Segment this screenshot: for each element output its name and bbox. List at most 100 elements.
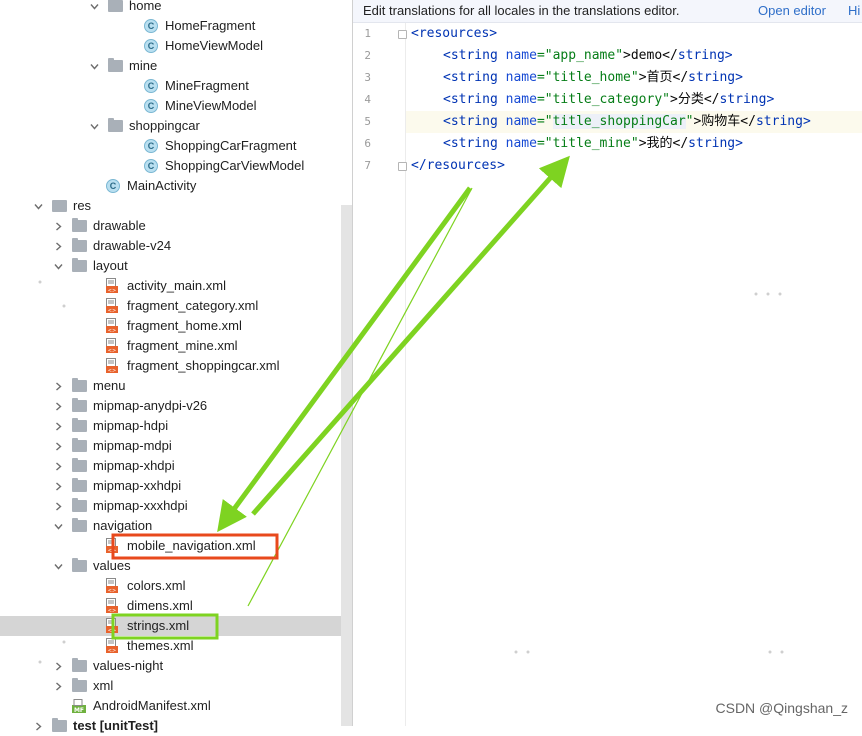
code-editor[interactable]: <resources> <string name="app_name">demo<… [406,23,862,726]
chevron-down-icon[interactable] [54,522,63,531]
chevron-down-icon[interactable] [90,2,99,11]
code-token: ="title_mine" [536,136,639,151]
tree-row[interactable]: <> themes.xml [0,636,341,656]
tree-row[interactable]: navigation [0,516,341,536]
folder-icon [72,478,87,492]
kotlin-class-icon: C [144,79,158,93]
project-tree-scrollbar[interactable] [341,205,352,726]
tree-row[interactable]: <> strings.xml [0,616,352,636]
tree-row-label: MineFragment [165,78,249,93]
folder-icon [52,718,67,732]
chevron-right-icon[interactable] [54,682,63,691]
tree-row-label: MainActivity [127,178,197,193]
code-token: > [497,158,505,173]
tree-row[interactable]: <> fragment_shoppingcar.xml [0,356,341,376]
chevron-right-icon[interactable] [54,502,63,511]
tree-row[interactable]: res [0,196,341,216]
tree-row[interactable]: layout [0,256,341,276]
code-token: < [411,26,419,41]
folder-icon [72,378,87,392]
line-number: 1 [364,27,371,40]
folder-icon [72,398,87,412]
chevron-down-icon[interactable] [90,122,99,131]
svg-text:MF: MF [74,707,84,713]
tree-row[interactable]: C ShoppingCarFragment [0,136,341,156]
svg-text:<>: <> [108,608,116,613]
tree-row[interactable]: C HomeFragment [0,16,341,36]
tree-row-label: activity_main.xml [127,278,226,293]
project-tree-panel: home C HomeFragment C HomeViewModel mine C Mine… [0,0,352,733]
hide-banner-link[interactable]: Hi [848,0,860,22]
tree-row[interactable]: <> fragment_mine.xml [0,336,341,356]
tree-row[interactable]: menu [0,376,341,396]
tree-row-label: xml [93,678,114,693]
chevron-right-icon[interactable] [34,722,43,731]
folder-icon [108,0,123,12]
tree-row[interactable]: drawable-v24 [0,236,341,256]
chevron-right-icon[interactable] [54,242,63,251]
tree-row[interactable]: <> mobile_navigation.xml [0,536,341,556]
tree-row[interactable]: mipmap-xhdpi [0,456,341,476]
tree-row[interactable]: C MineFragment [0,76,341,96]
tree-row[interactable]: mipmap-hdpi [0,416,341,436]
code-line[interactable]: </resources> [411,155,505,177]
tree-row-label: drawable [93,218,146,233]
tree-row-label: MineViewModel [165,98,257,113]
tree-row[interactable]: MF AndroidManifest.xml [0,696,341,716]
tree-row[interactable]: values [0,556,341,576]
tree-row-label: res [73,198,92,213]
code-token: string [677,48,725,63]
svg-text:<>: <> [108,368,116,373]
code-token: name [505,92,537,107]
code-token: >分类</ [670,92,720,107]
code-line[interactable]: <resources> [411,23,497,45]
tree-row[interactable]: <> colors.xml [0,576,341,596]
kotlin-class-icon: C [144,99,158,113]
tree-row[interactable]: C MineViewModel [0,96,341,116]
tree-row[interactable]: shoppingcar [0,116,341,136]
chevron-right-icon[interactable] [54,442,63,451]
tree-row[interactable]: <> fragment_home.xml [0,316,341,336]
tree-row[interactable]: <> dimens.xml [0,596,341,616]
chevron-down-icon[interactable] [54,562,63,571]
code-line[interactable]: <string name="title_mine">我的</string> [443,133,743,155]
folder-icon [72,518,87,532]
tree-row[interactable]: <> fragment_category.xml [0,296,341,316]
chevron-right-icon[interactable] [54,402,63,411]
tree-row[interactable]: mipmap-xxhdpi [0,476,341,496]
chevron-down-icon[interactable] [34,202,43,211]
code-token: <string [443,136,506,151]
tree-row[interactable]: C MainActivity [0,176,341,196]
chevron-right-icon[interactable] [54,222,63,231]
tree-row[interactable]: C HomeViewModel [0,36,341,56]
chevron-right-icon[interactable] [54,662,63,671]
chevron-right-icon[interactable] [54,462,63,471]
code-line[interactable]: <string name="title_category">分类</string… [443,89,774,111]
tree-row[interactable]: values-night [0,656,341,676]
tree-row[interactable]: mipmap-anydpi-v26 [0,396,341,416]
chevron-right-icon[interactable] [54,422,63,431]
code-token: name [505,70,537,85]
open-editor-link[interactable]: Open editor [758,0,826,22]
tree-row[interactable]: mipmap-mdpi [0,436,341,456]
chevron-down-icon[interactable] [90,62,99,71]
tree-row[interactable]: drawable [0,216,341,236]
code-token: <string [443,70,506,85]
tree-row[interactable]: mine [0,56,341,76]
tree-row[interactable]: test [unitTest] [0,716,341,736]
tree-row[interactable]: mipmap-xxxhdpi [0,496,341,516]
tree-row-label: mipmap-xxxhdpi [93,498,188,513]
tree-row[interactable]: xml [0,676,341,696]
tree-row[interactable]: <> activity_main.xml [0,276,341,296]
tree-row[interactable]: home [0,0,341,16]
tree-row-label: values [93,558,131,573]
tree-row-label: ShoppingCarFragment [165,138,297,153]
tree-row[interactable]: C ShoppingCarViewModel [0,156,341,176]
line-number: 6 [364,137,371,150]
code-line[interactable]: <string name="title_home">首页</string> [443,67,743,89]
chevron-right-icon[interactable] [54,482,63,491]
chevron-down-icon[interactable] [54,262,63,271]
code-line[interactable]: <string name="app_name">demo</string> [443,45,733,67]
code-line[interactable]: <string name="title_shoppingCar">购物车</st… [443,111,811,133]
chevron-right-icon[interactable] [54,382,63,391]
